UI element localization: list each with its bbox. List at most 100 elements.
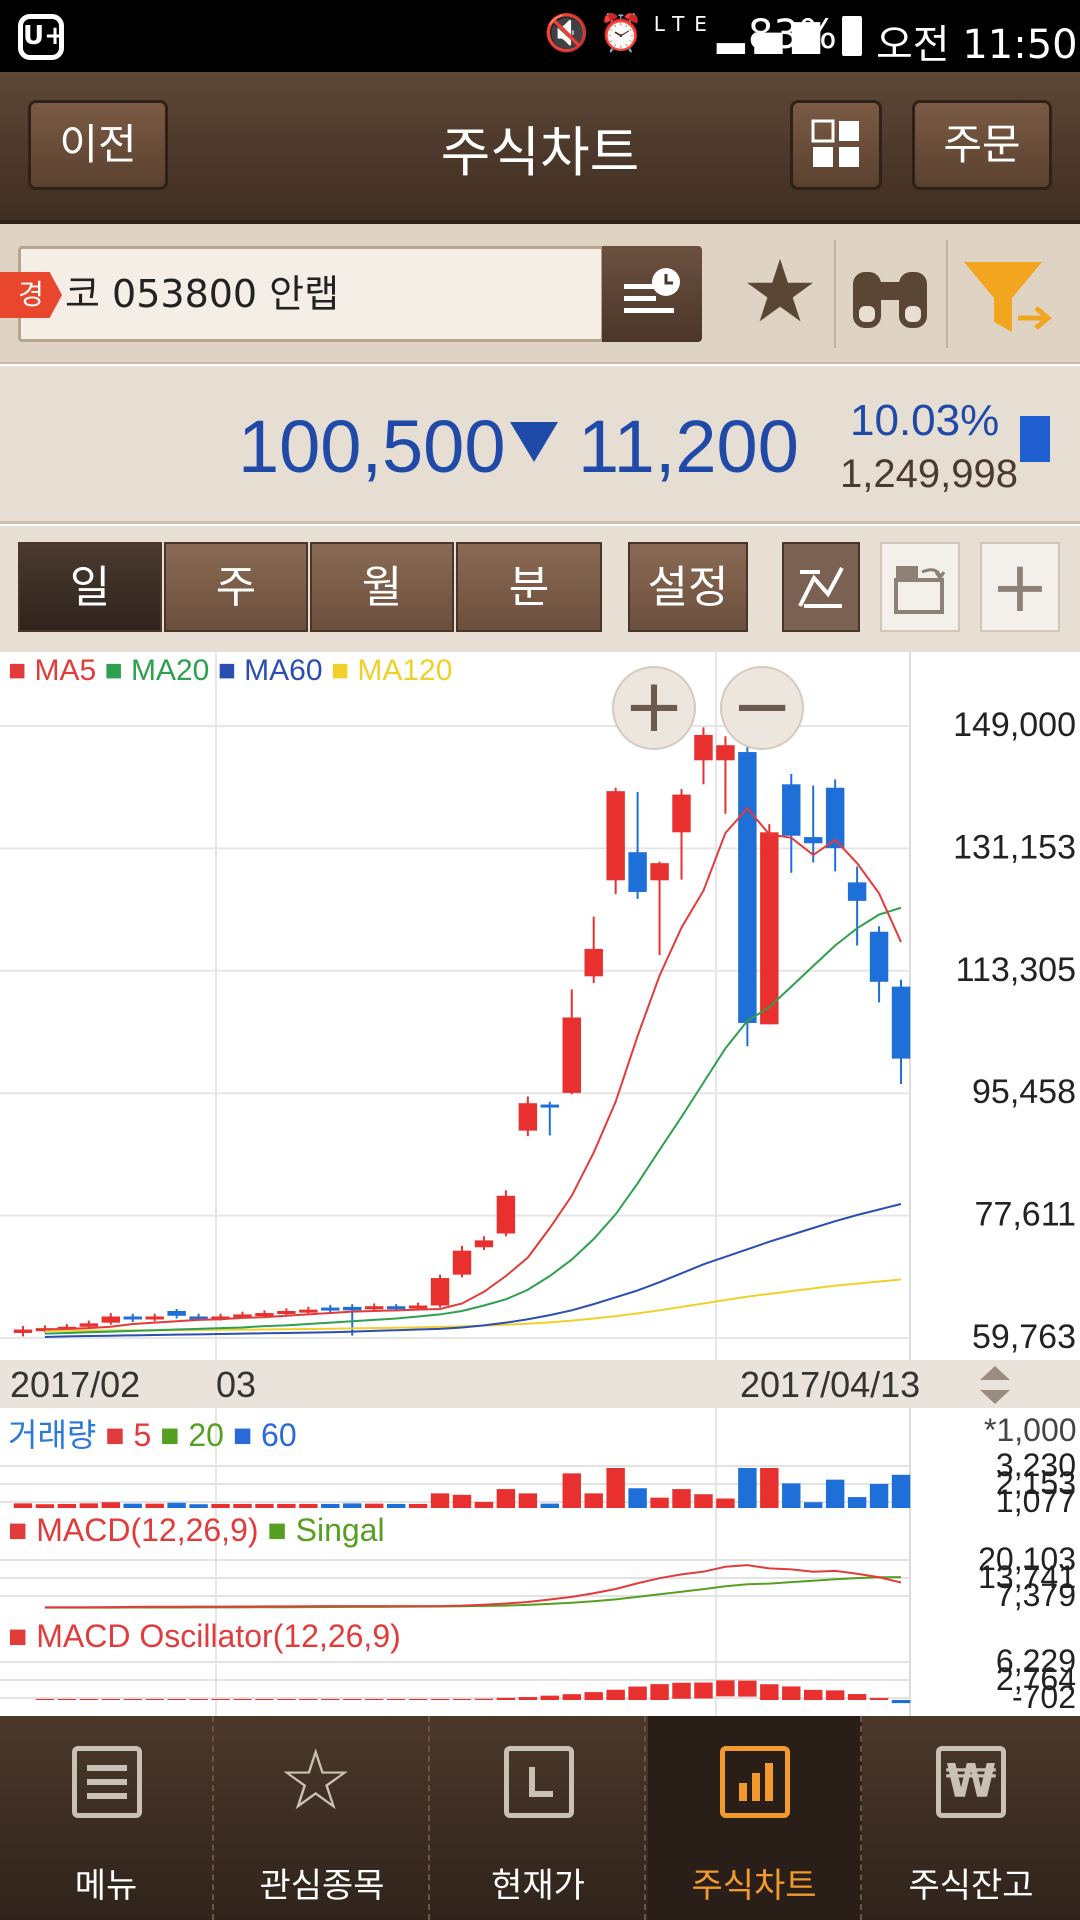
volume-bar	[606, 1468, 625, 1508]
oscillator-bar	[364, 1699, 384, 1700]
mini-candle-icon	[1020, 416, 1050, 462]
period-tabs: 일 주 월 분 설정 +	[0, 526, 1080, 652]
macd-legend: ■ MACD(12,26,9) ■ Singal	[8, 1512, 385, 1548]
legend-ma5: MA5	[34, 654, 97, 687]
oscillator-bar	[694, 1682, 713, 1699]
menu-icon	[72, 1746, 142, 1818]
current-price: 100,500	[238, 405, 506, 488]
oscillator-bar	[101, 1699, 120, 1700]
candle-body	[474, 1240, 494, 1248]
oscillator-bar	[496, 1697, 516, 1700]
tab-week[interactable]: 주	[164, 542, 308, 632]
oscillator-bar	[606, 1689, 625, 1700]
oscillator-bar	[738, 1680, 757, 1697]
nav-current-price[interactable]: 현재가	[432, 1716, 646, 1920]
volume-bar	[452, 1494, 472, 1508]
back-button[interactable]: 이전	[28, 100, 168, 190]
volume-bar	[35, 1504, 55, 1508]
volume-bar	[57, 1503, 77, 1508]
volume-bar	[123, 1503, 142, 1508]
volume-bar	[847, 1497, 867, 1508]
nav-watchlist[interactable]: ☆ 관심종목	[216, 1716, 430, 1920]
filter-icon[interactable]	[958, 254, 1058, 344]
y-tick-label: 59,763	[972, 1318, 1076, 1356]
nav-menu[interactable]: 메뉴	[0, 1716, 214, 1920]
save-chart-button[interactable]	[880, 542, 960, 632]
tab-day[interactable]: 일	[18, 542, 162, 632]
trendline-tool-button[interactable]	[782, 542, 860, 632]
y-tick-label: 149,000	[953, 706, 1076, 744]
volume-bar	[386, 1503, 406, 1508]
order-button[interactable]: 주문	[912, 100, 1052, 190]
candle-body	[145, 1316, 164, 1320]
volume-bar	[79, 1503, 99, 1508]
price-chart[interactable]: 149,000 131,153 113,305 95,458 77,611 59,763 …	[0, 652, 1080, 1364]
candle-body	[386, 1306, 406, 1310]
macd-tick: 7,379	[996, 1577, 1076, 1613]
volume-bar	[869, 1483, 889, 1508]
carrier-logo: U+	[18, 14, 66, 60]
oscillator-bar	[584, 1692, 603, 1700]
oscillator-bar	[79, 1699, 99, 1700]
volume-bar	[189, 1504, 208, 1508]
change-percent: 10.03%	[850, 396, 1000, 445]
oscillator-bar	[869, 1698, 889, 1700]
save-icon	[894, 566, 946, 614]
zoom-out-button[interactable]: −	[720, 666, 804, 750]
volume-bar	[343, 1503, 362, 1508]
date-end: 2017/04/13	[740, 1364, 921, 1405]
volume-bar	[474, 1501, 494, 1508]
oscillator-bar	[672, 1682, 691, 1699]
settings-button[interactable]: 설정	[628, 542, 748, 632]
recent-stocks-button[interactable]	[602, 246, 702, 342]
tab-minute[interactable]: 분	[456, 542, 602, 632]
nav-balance[interactable]: ₩ 주식잔고	[864, 1716, 1078, 1920]
grid-icon	[811, 119, 859, 167]
stock-search-input[interactable]: 코 053800 안랩	[18, 246, 604, 342]
candle-body	[79, 1323, 99, 1327]
layout-grid-button[interactable]	[790, 100, 882, 190]
add-indicator-button[interactable]: +	[980, 542, 1060, 632]
volume-label: 거래량	[8, 1417, 97, 1453]
volume-bar	[760, 1468, 779, 1508]
history-icon	[624, 268, 680, 313]
oscillator-bar	[255, 1699, 274, 1700]
app-header: 이전 주식차트 주문	[0, 72, 1080, 224]
favorite-star-icon[interactable]: ★	[735, 242, 825, 342]
alarm-icon: ⏰	[598, 13, 654, 54]
trendline-icon	[798, 567, 844, 608]
oscillator-bar	[518, 1697, 538, 1700]
binoculars-icon[interactable]	[845, 254, 935, 338]
volume-bar	[738, 1468, 757, 1508]
oscillator-bar	[452, 1699, 472, 1700]
nav-current-label: 현재가	[491, 1866, 585, 1906]
oscillator-bar	[211, 1699, 230, 1700]
zoom-in-button[interactable]: +	[612, 666, 696, 750]
oscillator-bar	[804, 1689, 823, 1700]
volume-bar	[145, 1503, 164, 1508]
indicator-panels[interactable]: 3,230 2,153 1,077 20,103 13,741 7,379 6,229 2,7…	[0, 1408, 1080, 1716]
candle-body	[277, 1310, 296, 1314]
quote-row: 100,500 11,200 10.03% 1,249,998	[0, 366, 1080, 524]
y-tick-label: 113,305	[956, 951, 1076, 989]
oscillator-bar	[277, 1699, 296, 1700]
nav-stock-chart[interactable]: 주식차트	[648, 1716, 862, 1920]
volume-bar	[584, 1493, 603, 1508]
y-tick-label: 95,458	[972, 1073, 1076, 1111]
date-mid: 03	[216, 1364, 257, 1405]
volume-bar	[628, 1488, 647, 1508]
candle-body	[496, 1195, 516, 1234]
oscillator-bar	[189, 1699, 208, 1700]
candlestick-chart: 149,000 131,153 113,305 95,458 77,611 59,763	[0, 652, 1076, 1364]
oscillator-bar	[35, 1699, 55, 1700]
legend-ma120: MA120	[357, 654, 453, 687]
macd-line	[44, 1564, 902, 1609]
resize-handle-icon[interactable]	[978, 1362, 1012, 1408]
oscillator-bar	[57, 1699, 77, 1700]
osc-label: MACD Oscillator(12,26,9)	[36, 1618, 401, 1654]
tab-month[interactable]: 월	[310, 542, 454, 632]
candle-body	[760, 832, 779, 1025]
volume-bar	[430, 1493, 450, 1508]
volume-bar	[13, 1503, 33, 1508]
mute-icon: 🔇	[544, 13, 599, 54]
